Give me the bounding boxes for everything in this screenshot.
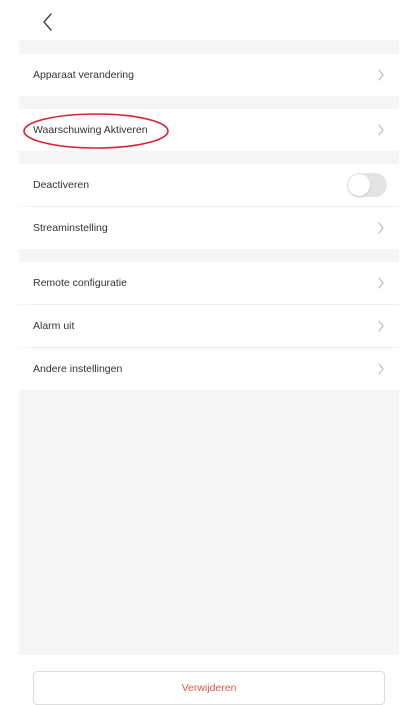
chevron-right-icon [378, 124, 384, 136]
chevron-right-icon [378, 320, 384, 332]
top-bar [0, 0, 403, 40]
settings-item-andere-instellingen[interactable]: Andere instellingen [19, 348, 399, 390]
settings-item-label: Alarm uit [33, 320, 75, 332]
toggle-knob [348, 174, 370, 196]
back-button[interactable] [36, 10, 60, 34]
settings-item-streaminstelling[interactable]: Streaminstelling [19, 207, 399, 249]
settings-item-deactiveren: Deactiveren [19, 164, 399, 206]
settings-item-label: Andere instellingen [33, 363, 123, 375]
deactiveren-toggle[interactable] [347, 173, 387, 197]
settings-item-alarm-uit[interactable]: Alarm uit [19, 305, 399, 347]
chevron-right-icon [378, 363, 384, 375]
settings-item-label: Waarschuwing Aktiveren [33, 124, 148, 136]
settings-item-label: Remote configuratie [33, 277, 127, 289]
chevron-right-icon [378, 222, 384, 234]
settings-item-remote-configuratie[interactable]: Remote configuratie [19, 262, 399, 304]
settings-item-waarschuwing-aktiveren[interactable]: Waarschuwing Aktiveren [19, 109, 399, 151]
settings-item-label: Streaminstelling [33, 222, 108, 234]
settings-item-apparaat-verandering[interactable]: Apparaat verandering [19, 54, 399, 96]
chevron-right-icon [378, 277, 384, 289]
settings-item-label: Apparaat verandering [33, 69, 134, 81]
settings-item-label: Deactiveren [33, 179, 90, 191]
chevron-right-icon [378, 69, 384, 81]
chevron-left-icon [43, 13, 52, 31]
